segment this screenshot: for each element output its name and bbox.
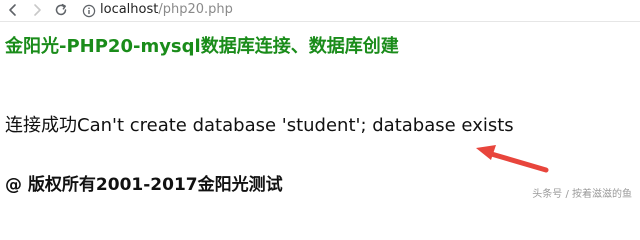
back-arrow-icon[interactable] xyxy=(6,3,20,17)
watermark-text: 头条号 / 按着滋滋的鱼 xyxy=(532,189,632,200)
red-arrow-annotation xyxy=(476,145,549,173)
info-circle-icon[interactable] xyxy=(82,3,96,18)
url-host: localhost xyxy=(100,2,159,17)
forward-arrow-icon[interactable] xyxy=(30,3,44,17)
status-message: 连接成功Can't create database 'student'; dat… xyxy=(5,115,514,136)
page-heading: 金阳光-PHP20-mysql数据库连接、数据库创建 xyxy=(5,36,399,57)
reload-icon[interactable] xyxy=(54,3,68,17)
copyright-text: @ 版权所有2001-2017金阳光测试 xyxy=(5,175,283,195)
url-path: /php20.php xyxy=(158,2,233,17)
browser-toolbar: localhost/php20.php xyxy=(0,0,640,22)
address-bar[interactable]: localhost/php20.php xyxy=(100,2,233,18)
